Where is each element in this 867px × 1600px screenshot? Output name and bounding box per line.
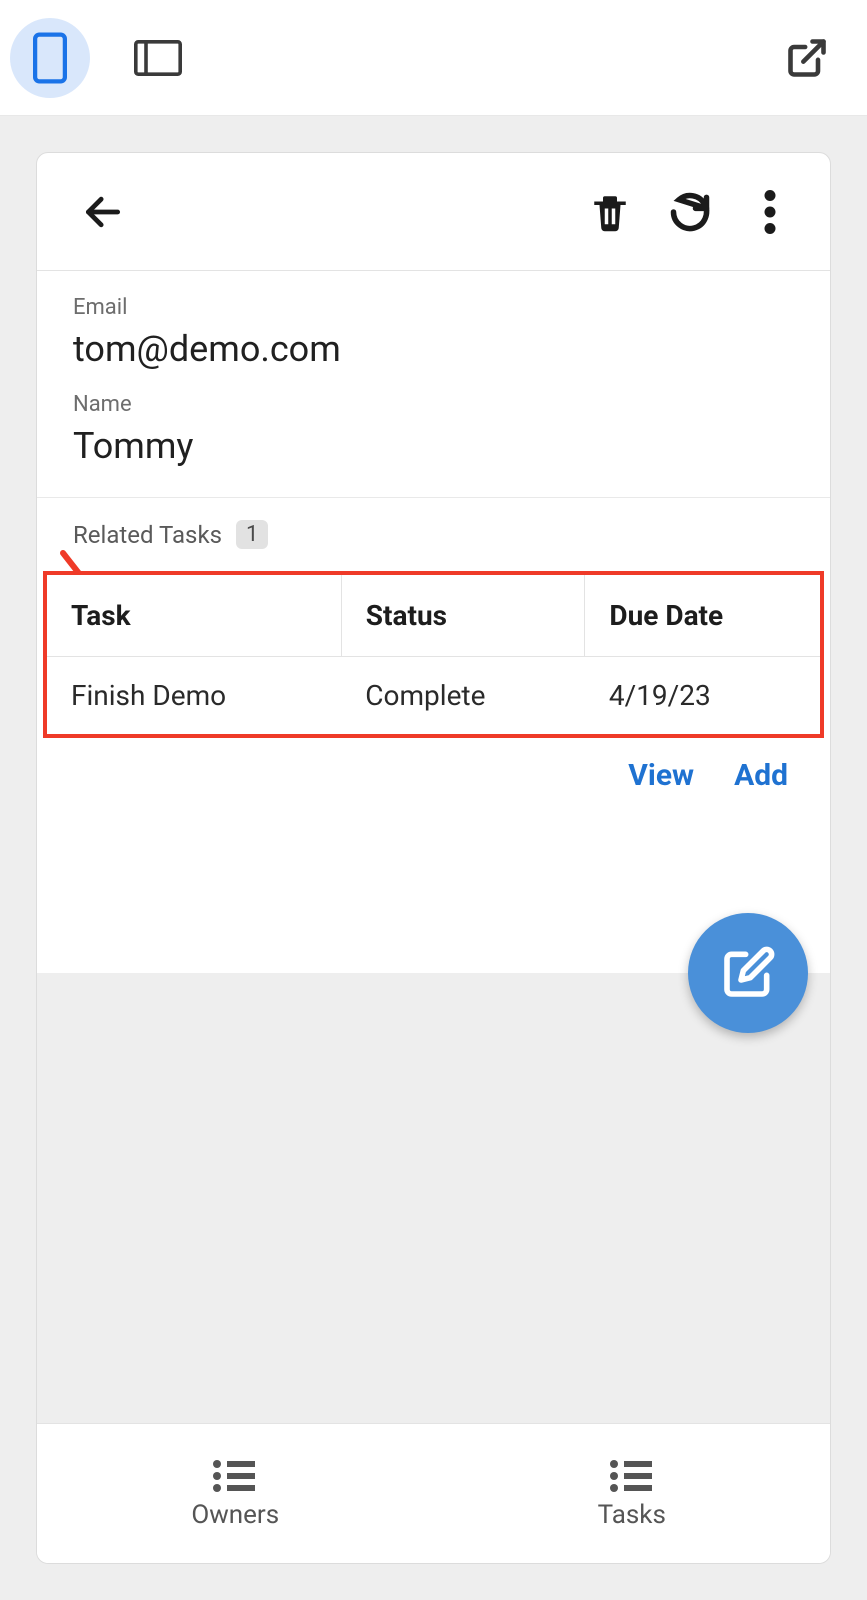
email-value: tom@demo.com — [73, 328, 794, 370]
trash-icon — [589, 189, 631, 235]
external-link-icon — [785, 36, 829, 80]
edit-icon — [720, 945, 776, 1001]
col-due[interactable]: Due Date — [585, 575, 820, 657]
name-value: Tommy — [73, 425, 794, 467]
nav-tasks[interactable]: Tasks — [434, 1424, 831, 1563]
related-tasks-count: 1 — [236, 520, 268, 549]
cell-status: Complete — [341, 657, 585, 735]
preview-toolbar — [0, 0, 867, 116]
phone-preview-button[interactable] — [10, 18, 90, 98]
email-label: Email — [73, 295, 794, 320]
related-tasks-section: Related Tasks 1 Task Status Due Date — [37, 498, 830, 813]
list-icon — [211, 1458, 259, 1494]
cell-due: 4/19/23 — [585, 657, 820, 735]
preview-stage: Email tom@demo.com Name Tommy Related Ta… — [0, 116, 867, 1600]
open-external-button[interactable] — [767, 18, 847, 98]
related-tasks-table-highlight: Task Status Due Date Finish Demo Complet… — [43, 571, 824, 738]
related-tasks-table: Task Status Due Date Finish Demo Complet… — [47, 575, 820, 734]
related-tasks-heading: Related Tasks — [73, 521, 222, 549]
delete-button[interactable] — [574, 176, 646, 248]
app-header — [37, 153, 830, 271]
name-label: Name — [73, 392, 794, 417]
more-button[interactable] — [734, 176, 806, 248]
col-status[interactable]: Status — [341, 575, 585, 657]
col-task[interactable]: Task — [47, 575, 341, 657]
more-vertical-icon — [764, 190, 776, 234]
nav-owners-label: Owners — [191, 1500, 279, 1530]
list-icon — [608, 1458, 656, 1494]
related-tasks-actions: View Add — [73, 738, 794, 813]
name-field: Name Tommy — [73, 392, 794, 467]
phone-icon — [33, 32, 67, 84]
edit-fab[interactable] — [688, 913, 808, 1033]
table-header-row: Task Status Due Date — [47, 575, 820, 657]
cell-task: Finish Demo — [47, 657, 341, 735]
record-details: Email tom@demo.com Name Tommy — [37, 271, 830, 498]
bottom-nav: Owners Tasks — [37, 1423, 830, 1563]
refresh-button[interactable] — [654, 176, 726, 248]
table-row[interactable]: Finish Demo Complete 4/19/23 — [47, 657, 820, 735]
device-frame: Email tom@demo.com Name Tommy Related Ta… — [36, 152, 831, 1564]
empty-area — [37, 973, 830, 1423]
view-link[interactable]: View — [628, 758, 694, 793]
add-link[interactable]: Add — [734, 758, 788, 793]
nav-tasks-label: Tasks — [598, 1500, 666, 1530]
nav-owners[interactable]: Owners — [37, 1424, 434, 1563]
back-button[interactable] — [67, 176, 139, 248]
refresh-icon — [668, 190, 712, 234]
tablet-preview-button[interactable] — [118, 18, 198, 98]
arrow-left-icon — [81, 190, 125, 234]
tablet-icon — [134, 40, 182, 76]
email-field: Email tom@demo.com — [73, 295, 794, 370]
